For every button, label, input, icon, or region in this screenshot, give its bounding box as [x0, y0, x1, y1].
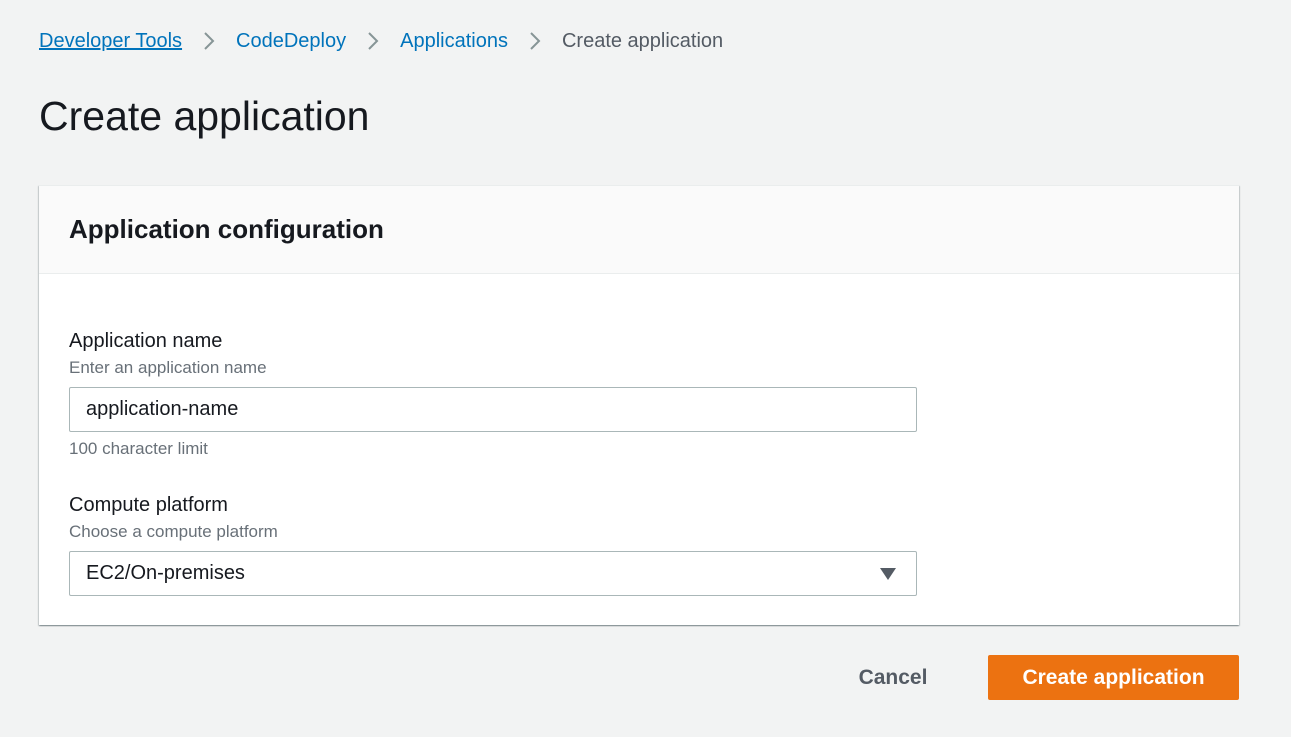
compute-platform-label: Compute platform	[69, 494, 228, 516]
caret-down-icon	[880, 567, 896, 581]
application-configuration-panel: Application configuration Application na…	[39, 185, 1239, 625]
panel-header: Application configuration	[39, 186, 1239, 274]
breadcrumb-current: Create application	[561, 29, 724, 52]
cancel-button[interactable]: Cancel	[836, 655, 950, 700]
create-application-button[interactable]: Create application	[988, 655, 1239, 700]
chevron-right-icon	[508, 28, 562, 54]
application-name-constraint: 100 character limit	[69, 439, 208, 458]
application-name-description: Enter an application name	[69, 358, 267, 377]
application-name-label: Application name	[69, 330, 223, 352]
application-name-input[interactable]	[69, 387, 917, 432]
breadcrumb-applications[interactable]: Applications	[400, 30, 508, 53]
panel-title: Application configuration	[69, 214, 384, 244]
compute-platform-selected: EC2/On-premises	[86, 562, 245, 584]
breadcrumb-codedeploy[interactable]: CodeDeploy	[236, 30, 346, 53]
chevron-right-icon	[346, 28, 400, 54]
create-application-page: Developer Tools CodeDeploy Applications …	[0, 0, 1291, 737]
breadcrumb: Developer Tools CodeDeploy Applications …	[39, 28, 723, 54]
page-title: Create application	[39, 93, 370, 139]
chevron-right-icon	[182, 28, 236, 54]
breadcrumb-developer-tools[interactable]: Developer Tools	[39, 30, 182, 53]
compute-platform-description: Choose a compute platform	[69, 522, 278, 541]
compute-platform-select[interactable]: EC2/On-premises	[69, 551, 917, 596]
